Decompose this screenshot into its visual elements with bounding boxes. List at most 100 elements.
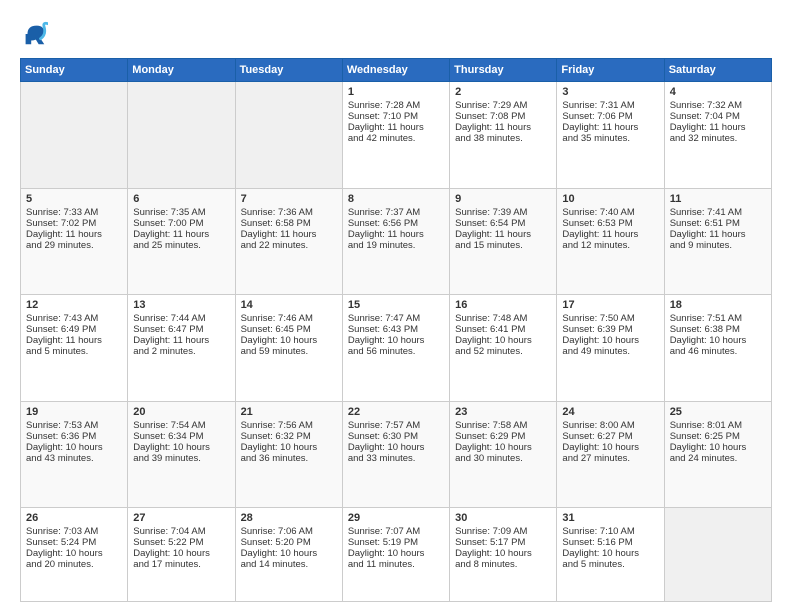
calendar-cell: 18Sunrise: 7:51 AMSunset: 6:38 PMDayligh… <box>664 295 771 402</box>
calendar-cell: 17Sunrise: 7:50 AMSunset: 6:39 PMDayligh… <box>557 295 664 402</box>
day-info: Daylight: 10 hours <box>348 442 444 453</box>
day-info: Sunrise: 7:48 AM <box>455 313 551 324</box>
day-number: 2 <box>455 86 551 98</box>
day-info: Daylight: 11 hours <box>241 229 337 240</box>
day-info: Daylight: 10 hours <box>670 335 766 346</box>
calendar-cell: 7Sunrise: 7:36 AMSunset: 6:58 PMDaylight… <box>235 188 342 295</box>
col-header-saturday: Saturday <box>664 59 771 82</box>
day-info: Sunrise: 7:07 AM <box>348 526 444 537</box>
day-number: 17 <box>562 299 658 311</box>
day-number: 25 <box>670 406 766 418</box>
day-info: and 5 minutes. <box>26 346 122 357</box>
day-info: Sunrise: 7:47 AM <box>348 313 444 324</box>
day-info: Sunset: 6:43 PM <box>348 324 444 335</box>
calendar-cell: 26Sunrise: 7:03 AMSunset: 5:24 PMDayligh… <box>21 508 128 602</box>
day-info: Daylight: 10 hours <box>455 335 551 346</box>
day-info: and 43 minutes. <box>26 453 122 464</box>
day-info: and 27 minutes. <box>562 453 658 464</box>
day-number: 21 <box>241 406 337 418</box>
day-number: 24 <box>562 406 658 418</box>
day-info: Sunset: 7:04 PM <box>670 111 766 122</box>
day-info: Sunrise: 7:54 AM <box>133 420 229 431</box>
day-info: Sunrise: 7:51 AM <box>670 313 766 324</box>
calendar-cell: 5Sunrise: 7:33 AMSunset: 7:02 PMDaylight… <box>21 188 128 295</box>
day-info: Daylight: 10 hours <box>562 442 658 453</box>
calendar-table: SundayMondayTuesdayWednesdayThursdayFrid… <box>20 58 772 602</box>
calendar-cell: 23Sunrise: 7:58 AMSunset: 6:29 PMDayligh… <box>450 401 557 508</box>
day-info: Daylight: 11 hours <box>670 229 766 240</box>
day-info: Sunset: 6:53 PM <box>562 218 658 229</box>
day-info: Sunset: 6:56 PM <box>348 218 444 229</box>
calendar-cell: 4Sunrise: 7:32 AMSunset: 7:04 PMDaylight… <box>664 82 771 189</box>
day-info: and 38 minutes. <box>455 133 551 144</box>
day-info: Sunrise: 7:29 AM <box>455 100 551 111</box>
day-info: Sunrise: 7:32 AM <box>670 100 766 111</box>
day-number: 12 <box>26 299 122 311</box>
day-info: and 5 minutes. <box>562 559 658 570</box>
day-info: Sunset: 6:32 PM <box>241 431 337 442</box>
day-info: and 32 minutes. <box>670 133 766 144</box>
day-info: Sunset: 6:54 PM <box>455 218 551 229</box>
day-number: 9 <box>455 193 551 205</box>
day-info: and 11 minutes. <box>348 559 444 570</box>
day-info: Sunset: 5:20 PM <box>241 537 337 548</box>
day-info: and 8 minutes. <box>455 559 551 570</box>
day-info: Sunset: 6:41 PM <box>455 324 551 335</box>
day-info: Sunrise: 7:50 AM <box>562 313 658 324</box>
day-info: Sunset: 6:47 PM <box>133 324 229 335</box>
calendar-cell: 27Sunrise: 7:04 AMSunset: 5:22 PMDayligh… <box>128 508 235 602</box>
day-info: and 2 minutes. <box>133 346 229 357</box>
day-number: 30 <box>455 512 551 524</box>
day-info: Sunrise: 7:40 AM <box>562 207 658 218</box>
day-info: and 17 minutes. <box>133 559 229 570</box>
day-number: 27 <box>133 512 229 524</box>
day-info: Sunrise: 7:57 AM <box>348 420 444 431</box>
calendar-cell: 9Sunrise: 7:39 AMSunset: 6:54 PMDaylight… <box>450 188 557 295</box>
day-number: 23 <box>455 406 551 418</box>
day-info: Daylight: 10 hours <box>26 548 122 559</box>
day-info: and 35 minutes. <box>562 133 658 144</box>
day-info: Sunrise: 7:09 AM <box>455 526 551 537</box>
day-number: 31 <box>562 512 658 524</box>
day-info: Daylight: 10 hours <box>133 442 229 453</box>
day-info: and 19 minutes. <box>348 240 444 251</box>
day-info: Daylight: 11 hours <box>562 229 658 240</box>
col-header-thursday: Thursday <box>450 59 557 82</box>
day-info: Sunrise: 8:00 AM <box>562 420 658 431</box>
day-info: Daylight: 10 hours <box>133 548 229 559</box>
calendar-cell: 22Sunrise: 7:57 AMSunset: 6:30 PMDayligh… <box>342 401 449 508</box>
day-info: Daylight: 10 hours <box>241 442 337 453</box>
calendar-header-row: SundayMondayTuesdayWednesdayThursdayFrid… <box>21 59 772 82</box>
day-info: Sunrise: 7:44 AM <box>133 313 229 324</box>
day-info: Daylight: 11 hours <box>26 335 122 346</box>
header <box>20 20 772 48</box>
day-number: 4 <box>670 86 766 98</box>
day-info: and 52 minutes. <box>455 346 551 357</box>
day-number: 8 <box>348 193 444 205</box>
calendar-cell <box>664 508 771 602</box>
calendar-cell: 13Sunrise: 7:44 AMSunset: 6:47 PMDayligh… <box>128 295 235 402</box>
col-header-friday: Friday <box>557 59 664 82</box>
day-info: Sunset: 5:24 PM <box>26 537 122 548</box>
day-number: 6 <box>133 193 229 205</box>
calendar-cell: 24 Sunrise: 8:00 AMSunset: 6:27 PMDayligh… <box>557 401 664 508</box>
day-info: and 49 minutes. <box>562 346 658 357</box>
day-number: 20 <box>133 406 229 418</box>
calendar-cell: 2Sunrise: 7:29 AMSunset: 7:08 PMDaylight… <box>450 82 557 189</box>
day-info: Sunset: 6:49 PM <box>26 324 122 335</box>
day-info: Sunrise: 7:06 AM <box>241 526 337 537</box>
day-info: Sunrise: 7:56 AM <box>241 420 337 431</box>
day-number: 14 <box>241 299 337 311</box>
day-info: and 9 minutes. <box>670 240 766 251</box>
day-info: and 20 minutes. <box>26 559 122 570</box>
day-info: Sunset: 6:30 PM <box>348 431 444 442</box>
day-info: Sunset: 7:08 PM <box>455 111 551 122</box>
day-number: 15 <box>348 299 444 311</box>
day-info: Daylight: 11 hours <box>133 229 229 240</box>
day-info: Sunset: 6:51 PM <box>670 218 766 229</box>
day-info: Sunset: 7:02 PM <box>26 218 122 229</box>
day-info: Sunset: 6:27 PM <box>562 431 658 442</box>
day-number: 26 <box>26 512 122 524</box>
day-info: Sunset: 5:19 PM <box>348 537 444 548</box>
calendar-cell: 21 Sunrise: 7:56 AMSunset: 6:32 PMDayligh… <box>235 401 342 508</box>
